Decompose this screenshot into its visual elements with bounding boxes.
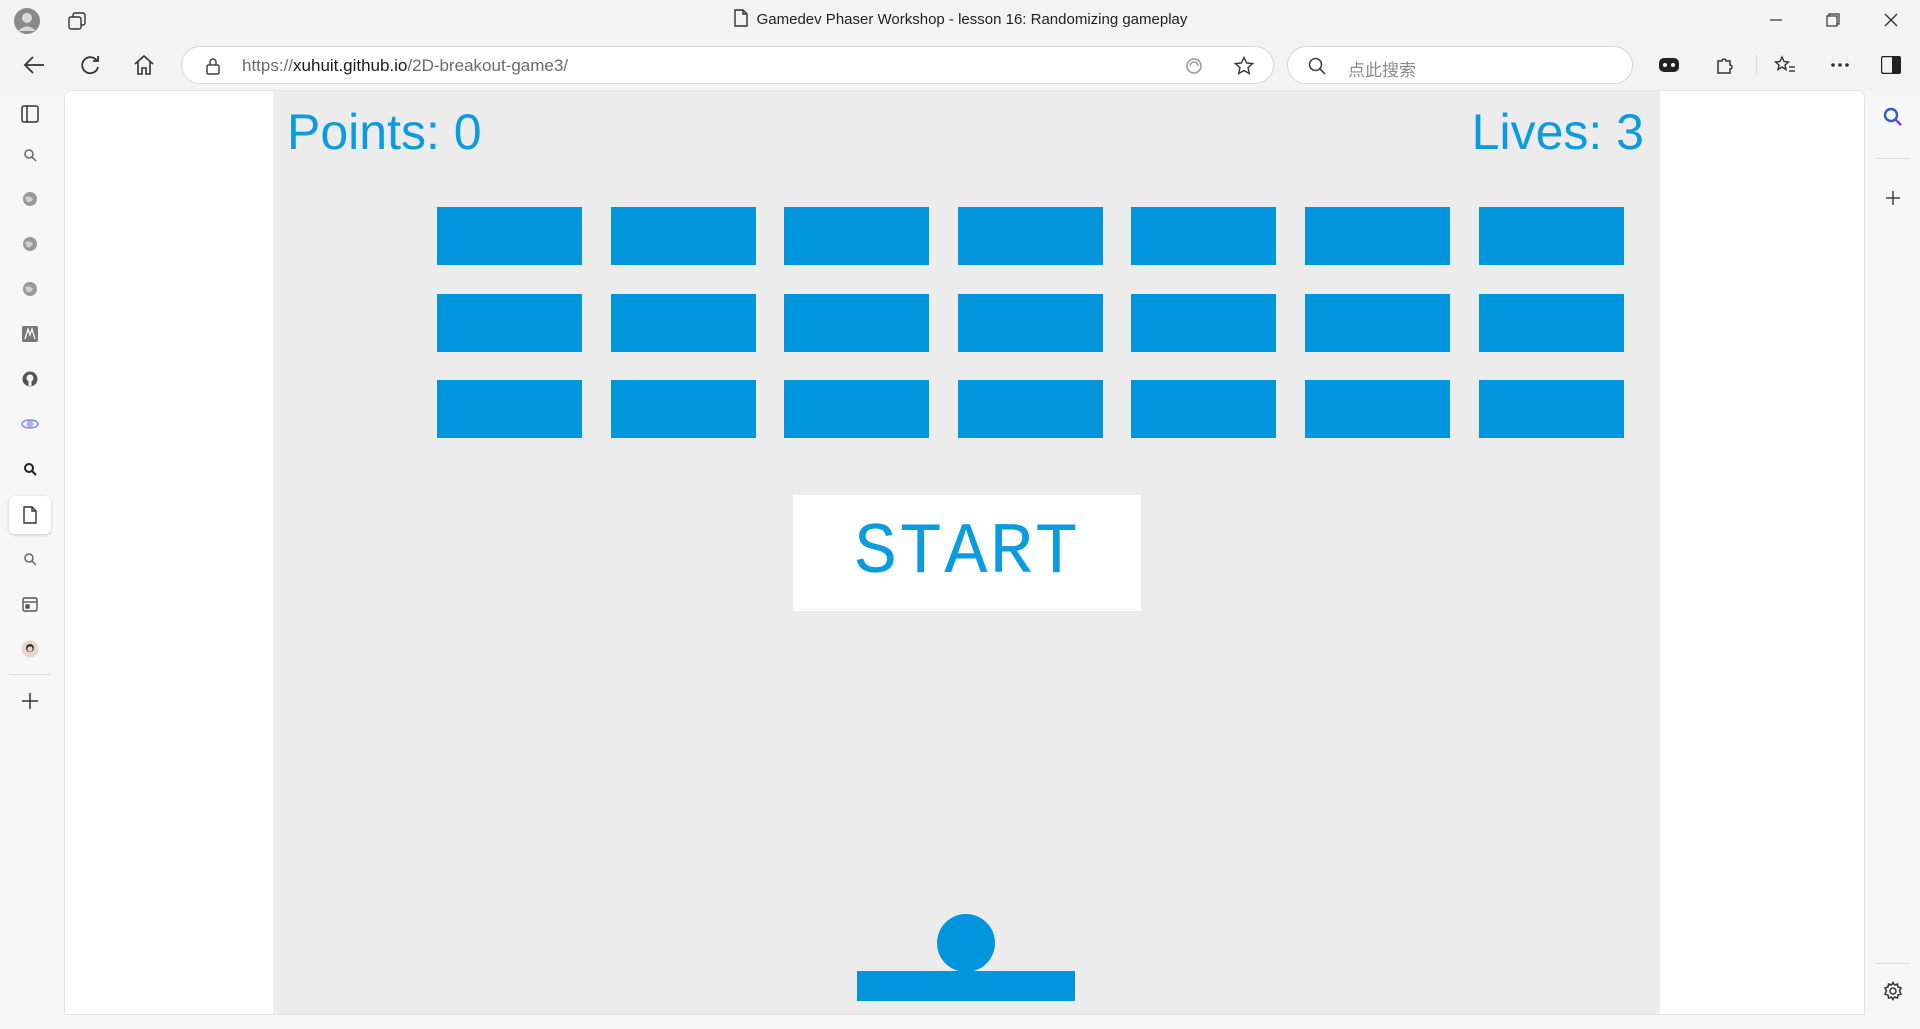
brick	[437, 380, 582, 438]
sidebar-divider	[9, 674, 51, 675]
brick	[784, 380, 929, 438]
brick	[1131, 207, 1276, 265]
search-icon	[1306, 55, 1328, 77]
tab-github-icon[interactable]	[15, 366, 45, 392]
brick	[784, 294, 929, 352]
tab-actions-icon[interactable]	[15, 100, 45, 128]
search-placeholder: 点此搜索	[1348, 61, 1416, 80]
close-window-icon[interactable]	[1873, 6, 1909, 34]
new-tab-plus-icon[interactable]	[15, 686, 45, 716]
workspaces-icon[interactable]	[64, 8, 90, 34]
toolbar-divider	[1756, 55, 1757, 75]
tab-avatar-icon[interactable]	[15, 636, 45, 662]
brick	[1479, 380, 1624, 438]
vertical-tabs-sidebar	[0, 90, 62, 1029]
restore-icon[interactable]	[1815, 6, 1851, 34]
tab-search-favicon-icon[interactable]	[15, 546, 45, 572]
window-title: Gamedev Phaser Workshop - lesson 16: Ran…	[756, 11, 1188, 28]
extension-game-icon[interactable]	[1654, 50, 1684, 80]
title-bar: Gamedev Phaser Workshop - lesson 16: Ran…	[0, 0, 1920, 40]
extensions-puzzle-icon[interactable]	[1710, 50, 1740, 80]
brick	[611, 294, 756, 352]
right-sidebar-divider	[1876, 158, 1910, 159]
brick	[1305, 207, 1450, 265]
brick	[1305, 294, 1450, 352]
ball	[937, 914, 995, 972]
back-icon[interactable]	[18, 49, 50, 81]
brick	[1479, 294, 1624, 352]
tab-search-icon[interactable]	[15, 456, 45, 482]
lives-text: Lives: 3	[1471, 104, 1644, 160]
tab-globe-icon[interactable]	[15, 276, 45, 302]
game-canvas[interactable]: Points: 0 Lives: 3 START	[273, 91, 1660, 1014]
profile-avatar-icon[interactable]	[12, 6, 42, 36]
brick	[611, 207, 756, 265]
favorites-icon[interactable]	[1770, 50, 1800, 80]
search-bar[interactable]: 点此搜索	[1287, 46, 1633, 84]
tab-m-site-icon[interactable]	[15, 321, 45, 347]
points-text: Points: 0	[287, 104, 482, 160]
brick	[784, 207, 929, 265]
brick	[958, 207, 1103, 265]
brick	[611, 380, 756, 438]
page-content: Points: 0 Lives: 3 START	[64, 90, 1865, 1015]
brick	[437, 207, 582, 265]
start-button-label: START	[853, 512, 1081, 594]
sidebar-toggle-icon[interactable]	[1876, 50, 1906, 80]
home-icon[interactable]	[128, 49, 160, 81]
refresh-icon[interactable]	[74, 49, 106, 81]
url-text[interactable]: https://xuhuit.github.io/2D-breakout-gam…	[242, 56, 568, 76]
url-domain: xuhuit.github.io	[293, 56, 408, 75]
edge-translate-icon[interactable]	[1182, 54, 1206, 78]
tab-globe-icon[interactable]	[15, 231, 45, 257]
tab-page-icon	[733, 9, 749, 27]
brick	[958, 294, 1103, 352]
brick	[1131, 294, 1276, 352]
address-bar[interactable]: https://xuhuit.github.io/2D-breakout-gam…	[181, 46, 1274, 84]
brick	[437, 294, 582, 352]
tab-active-page-icon[interactable]	[9, 496, 51, 534]
paddle[interactable]	[857, 971, 1075, 1001]
settings-gear-icon[interactable]	[1878, 976, 1908, 1006]
right-sidebar	[1866, 90, 1920, 1029]
start-button[interactable]: START	[793, 495, 1141, 611]
favorite-star-icon[interactable]	[1232, 54, 1256, 78]
add-sidebar-app-icon[interactable]	[1878, 183, 1908, 213]
tab-search-favicon-icon[interactable]	[15, 142, 45, 168]
right-sidebar-divider	[1876, 963, 1910, 964]
tab-planet-icon[interactable]	[15, 411, 45, 437]
site-lock-icon[interactable]	[202, 55, 224, 77]
brick	[1131, 380, 1276, 438]
brick	[1479, 207, 1624, 265]
sidebar-search-icon[interactable]	[1878, 102, 1908, 132]
tab-globe-icon[interactable]	[15, 186, 45, 212]
tab-calendar-icon[interactable]	[15, 591, 45, 617]
brick	[1305, 380, 1450, 438]
more-menu-icon[interactable]	[1825, 50, 1855, 80]
brick	[958, 380, 1103, 438]
minimize-icon[interactable]	[1758, 6, 1794, 34]
